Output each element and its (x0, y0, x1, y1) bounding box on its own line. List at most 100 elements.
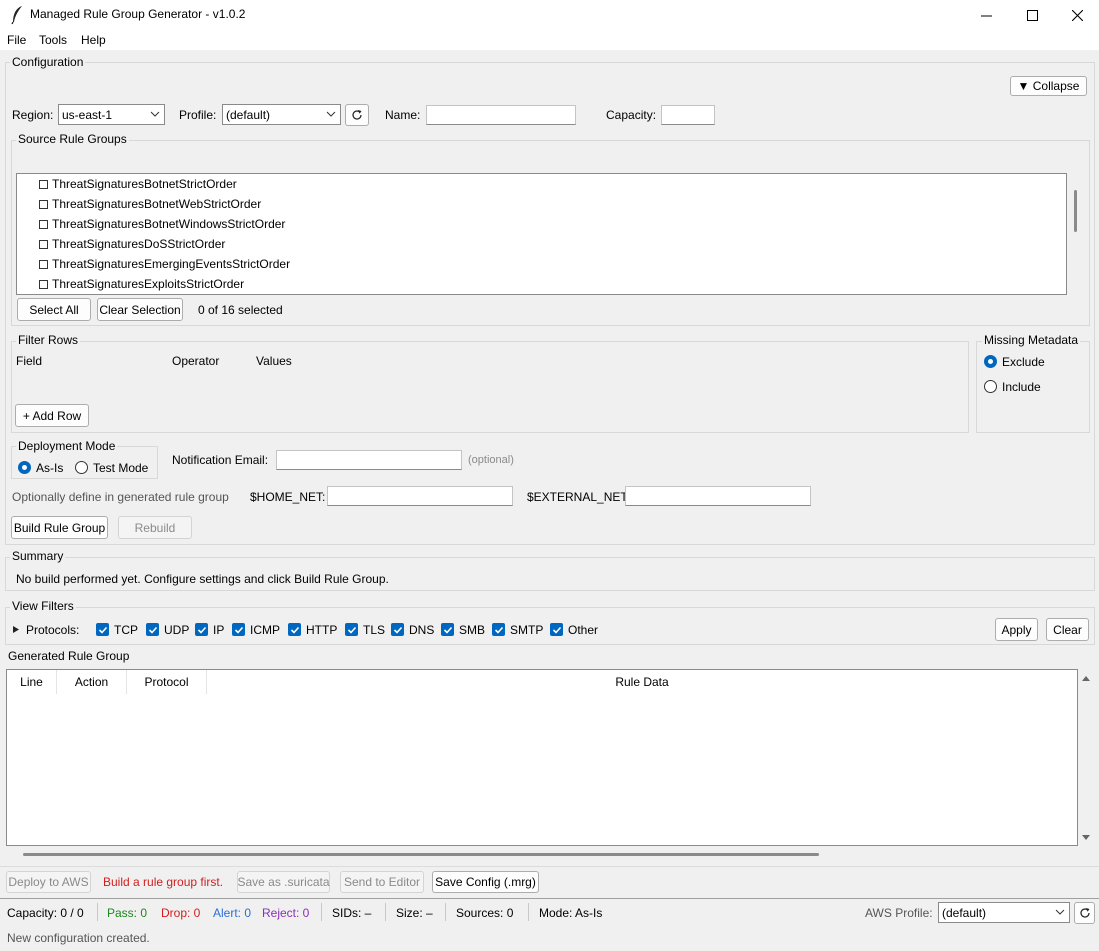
protocol-checkbox-http[interactable] (288, 623, 301, 636)
capacity-input[interactable] (661, 105, 715, 125)
protocol-label-tls[interactable]: TLS (363, 623, 385, 637)
exclude-radio[interactable] (984, 355, 997, 368)
aws-profile-value: (default) (942, 905, 987, 920)
status-separator (385, 903, 386, 921)
select-all-button[interactable]: Select All (17, 298, 91, 321)
protocol-checkbox-ip[interactable] (195, 623, 208, 636)
notification-email-input[interactable] (276, 450, 462, 470)
minimize-button[interactable] (963, 0, 1009, 30)
missing-metadata-legend: Missing Metadata (982, 333, 1081, 347)
include-label[interactable]: Include (1002, 380, 1041, 394)
clear-button[interactable]: Clear (1046, 618, 1089, 641)
protocol-checkbox-smb[interactable] (441, 623, 454, 636)
checkbox-icon (39, 260, 48, 269)
protocol-checkbox-dns[interactable] (391, 623, 404, 636)
filter-col-operator: Operator (172, 354, 220, 368)
menu-file[interactable]: File (7, 33, 26, 47)
protocol-label-smtp[interactable]: SMTP (510, 623, 543, 637)
menu-tools[interactable]: Tools (39, 33, 67, 47)
close-icon (1071, 9, 1083, 21)
vertical-scrollbar[interactable] (1079, 669, 1093, 846)
protocol-label-other[interactable]: Other (568, 623, 598, 637)
name-input[interactable] (426, 105, 576, 125)
protocol-label-icmp[interactable]: ICMP (250, 623, 280, 637)
protocol-label-smb[interactable]: SMB (459, 623, 485, 637)
maximize-button[interactable] (1009, 0, 1055, 30)
refresh-icon (1079, 908, 1090, 918)
list-item[interactable]: ThreatSignaturesExploitsStrictOrder (39, 277, 244, 297)
checkbox-icon (39, 280, 48, 289)
source-rule-groups-legend: Source Rule Groups (16, 132, 129, 146)
status-mode: Mode: As-Is (539, 906, 603, 920)
aws-profile-select[interactable]: (default) (938, 902, 1070, 923)
protocol-label-ip[interactable]: IP (213, 623, 224, 637)
status-reject: Reject: 0 (262, 906, 310, 920)
protocol-label-http[interactable]: HTTP (306, 623, 337, 637)
checkbox-icon (39, 240, 48, 249)
list-item[interactable]: ThreatSignaturesBotnetWindowsStrictOrder (39, 217, 285, 237)
list-item[interactable]: ThreatSignaturesDoSStrictOrder (39, 237, 225, 257)
checkmark-icon (494, 626, 503, 634)
scroll-up-icon[interactable] (1081, 674, 1091, 682)
rebuild-button[interactable]: Rebuild (118, 516, 192, 539)
build-rule-group-button[interactable]: Build Rule Group (11, 516, 108, 539)
capacity-label: Capacity: (606, 108, 657, 122)
list-item[interactable]: ThreatSignaturesBotnetWebStrictOrder (39, 197, 261, 217)
deploy-to-aws-button[interactable]: Deploy to AWS (6, 871, 91, 893)
protocol-checkbox-other[interactable] (550, 623, 563, 636)
column-header-line[interactable]: Line (7, 670, 57, 694)
name-label: Name: (385, 108, 421, 122)
list-item[interactable]: ThreatSignaturesBotnetStrictOrder (39, 177, 237, 197)
profile-label: Profile: (179, 108, 217, 122)
as-is-label[interactable]: As-Is (36, 461, 63, 475)
protocol-label-tcp[interactable]: TCP (114, 623, 138, 637)
region-select[interactable]: us-east-1 (58, 104, 165, 125)
protocol-checkbox-icmp[interactable] (232, 623, 245, 636)
list-scrollbar-thumb[interactable] (1074, 190, 1077, 232)
external-net-input[interactable] (625, 486, 811, 506)
optional-hint: (optional) (468, 454, 514, 466)
send-to-editor-button[interactable]: Send to Editor (340, 871, 424, 893)
feather-icon (11, 6, 22, 25)
scroll-down-icon[interactable] (1081, 834, 1091, 842)
expand-arrow-icon[interactable] (12, 625, 20, 634)
test-mode-label[interactable]: Test Mode (93, 461, 148, 475)
include-radio[interactable] (984, 380, 997, 393)
close-button[interactable] (1054, 0, 1099, 30)
protocol-checkbox-udp[interactable] (146, 623, 159, 636)
generated-rule-table[interactable]: Line Action Protocol Rule Data (6, 669, 1078, 846)
source-rule-groups-list[interactable]: ThreatSignaturesBotnetStrictOrder Threat… (16, 173, 1067, 295)
as-is-radio[interactable] (18, 461, 31, 474)
checkmark-icon (148, 626, 157, 634)
protocol-label-dns[interactable]: DNS (409, 623, 434, 637)
apply-button[interactable]: Apply (995, 618, 1038, 641)
aws-profile-label: AWS Profile: (865, 906, 933, 920)
column-header-action[interactable]: Action (57, 670, 127, 694)
configuration-legend: Configuration (10, 55, 86, 69)
horizontal-scrollbar[interactable] (23, 853, 819, 856)
build-first-warning: Build a rule group first. (103, 875, 224, 889)
add-row-button[interactable]: + Add Row (15, 404, 89, 427)
menu-help[interactable]: Help (81, 33, 106, 47)
checkbox-icon (39, 180, 48, 189)
protocol-checkbox-tcp[interactable] (96, 623, 109, 636)
profile-select[interactable]: (default) (222, 104, 341, 125)
view-filters-legend: View Filters (10, 599, 76, 613)
column-header-rule-data[interactable]: Rule Data (207, 670, 1077, 694)
list-item[interactable]: ThreatSignaturesEmergingEventsStrictOrde… (39, 257, 290, 277)
save-as-suricata-button[interactable]: Save as .suricata (237, 871, 330, 893)
refresh-aws-profile-button[interactable] (1074, 902, 1095, 924)
clear-selection-button[interactable]: Clear Selection (97, 298, 183, 321)
column-header-protocol[interactable]: Protocol (127, 670, 207, 694)
protocol-checkbox-smtp[interactable] (492, 623, 505, 636)
checkmark-icon (443, 626, 452, 634)
test-mode-radio[interactable] (75, 461, 88, 474)
exclude-label[interactable]: Exclude (1002, 355, 1045, 369)
collapse-button[interactable]: ▼ Collapse (1010, 76, 1087, 96)
generated-rule-group-legend: Generated Rule Group (6, 649, 132, 663)
protocol-label-udp[interactable]: UDP (164, 623, 189, 637)
refresh-profiles-button[interactable] (345, 104, 369, 126)
save-config-button[interactable]: Save Config (.mrg) (432, 871, 539, 893)
protocol-checkbox-tls[interactable] (345, 623, 358, 636)
home-net-input[interactable] (327, 486, 513, 506)
